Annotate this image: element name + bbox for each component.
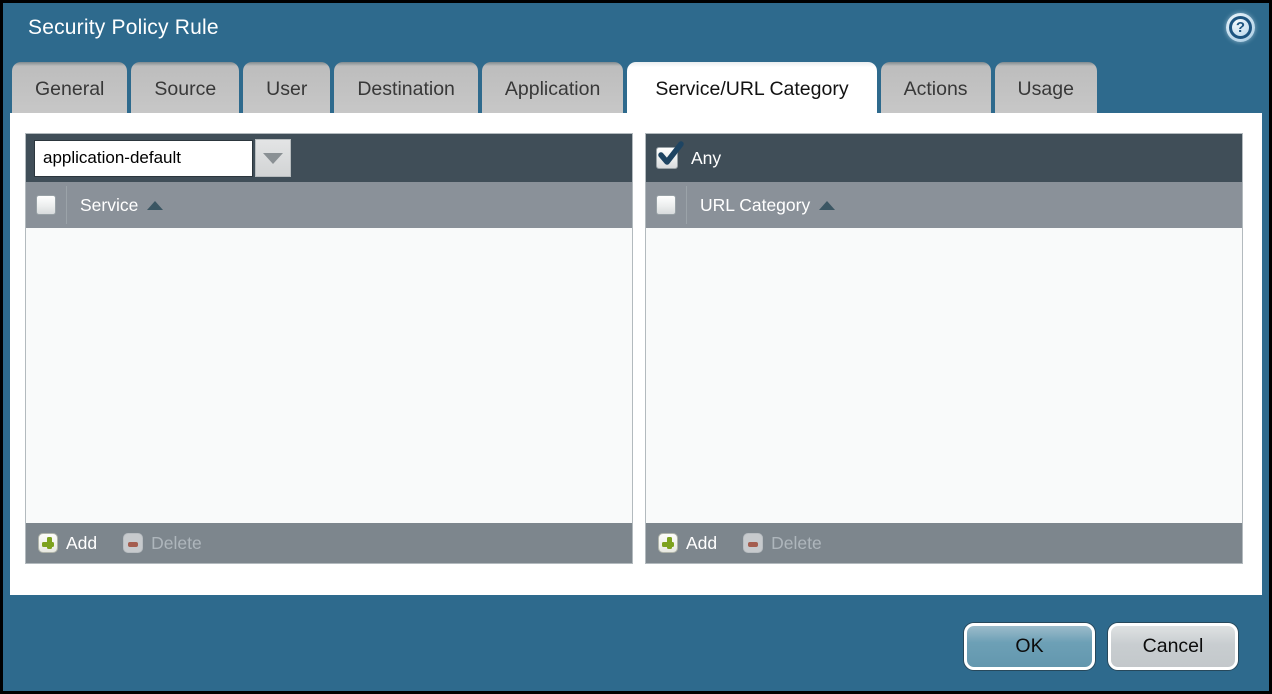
delete-service-label: Delete: [151, 533, 202, 554]
add-service-button[interactable]: Add: [38, 533, 97, 554]
delete-url-category-button[interactable]: Delete: [743, 533, 822, 554]
help-icon[interactable]: ?: [1226, 13, 1255, 42]
plus-icon: [38, 533, 58, 553]
url-category-panel-footer: Add Delete: [646, 523, 1242, 563]
url-category-table-body: [646, 228, 1242, 523]
delete-url-category-label: Delete: [771, 533, 822, 554]
ok-button[interactable]: OK: [964, 623, 1095, 670]
tab-bar: General Source User Destination Applicat…: [12, 62, 1097, 113]
service-table-header: Service: [26, 182, 632, 228]
chevron-down-icon: [263, 153, 283, 164]
question-mark-glyph: ?: [1236, 19, 1245, 36]
service-panel-footer: Add Delete: [26, 523, 632, 563]
tab-content-area: Service Add Delete: [10, 113, 1262, 595]
any-checkbox-label: Any: [691, 148, 721, 169]
minus-icon: [123, 533, 143, 553]
plus-icon: [658, 533, 678, 553]
service-column-header[interactable]: Service: [80, 195, 138, 216]
sort-ascending-icon[interactable]: [147, 201, 163, 210]
service-type-dropdown: [34, 139, 291, 177]
minus-icon: [743, 533, 763, 553]
screenshot-root: { "window": { "title": "Security Policy …: [0, 0, 1272, 694]
tab-application[interactable]: Application: [482, 62, 623, 113]
select-all-services-checkbox[interactable]: [36, 195, 56, 215]
service-panel-topbar: [26, 134, 632, 182]
url-category-panel-topbar: Any: [646, 134, 1242, 182]
tab-general[interactable]: General: [12, 62, 127, 113]
cancel-button[interactable]: Cancel: [1108, 623, 1238, 670]
column-separator: [686, 186, 687, 224]
column-separator: [66, 186, 67, 224]
service-panel: Service Add Delete: [25, 133, 633, 564]
tab-source[interactable]: Source: [131, 62, 239, 113]
tab-usage[interactable]: Usage: [995, 62, 1097, 113]
tab-user[interactable]: User: [243, 62, 330, 113]
checkmark-icon: [657, 141, 684, 168]
add-url-category-button[interactable]: Add: [658, 533, 717, 554]
add-url-category-label: Add: [686, 533, 717, 554]
url-category-table-header: URL Category: [646, 182, 1242, 228]
sort-ascending-icon[interactable]: [819, 201, 835, 210]
dialog-title: Security Policy Rule: [28, 16, 219, 40]
add-service-label: Add: [66, 533, 97, 554]
security-policy-rule-dialog: Security Policy Rule ? General Source Us…: [3, 3, 1269, 691]
any-url-category-checkbox[interactable]: [656, 147, 678, 169]
url-category-panel: Any URL Category Add Delete: [645, 133, 1243, 564]
url-category-column-header[interactable]: URL Category: [700, 195, 810, 216]
service-table-body: [26, 228, 632, 523]
tab-service-url-category[interactable]: Service/URL Category: [627, 62, 876, 113]
select-all-url-categories-checkbox[interactable]: [656, 195, 676, 215]
service-type-dropdown-button[interactable]: [255, 139, 291, 177]
delete-service-button[interactable]: Delete: [123, 533, 202, 554]
tab-destination[interactable]: Destination: [334, 62, 478, 113]
service-type-dropdown-input[interactable]: [34, 140, 253, 177]
tab-actions[interactable]: Actions: [881, 62, 991, 113]
